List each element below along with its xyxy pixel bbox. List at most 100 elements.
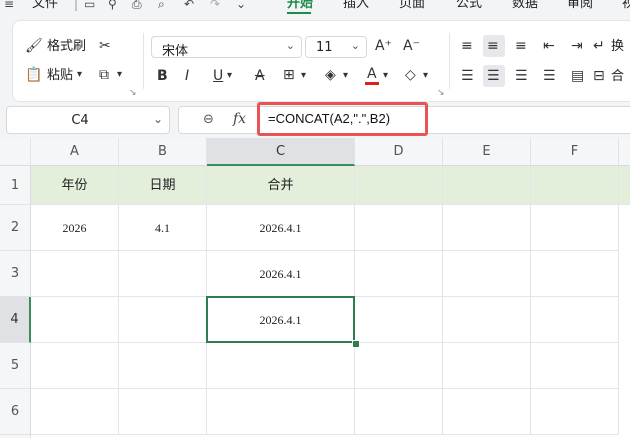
cell-b3[interactable]	[119, 251, 207, 297]
name-box[interactable]: C4 ⌄	[6, 106, 170, 134]
italic-icon[interactable]: I	[185, 68, 189, 84]
cell-c1[interactable]: 合并	[207, 166, 355, 205]
wrap-text-icon[interactable]: ↵	[593, 38, 605, 54]
row-header-6[interactable]: 6	[0, 389, 31, 435]
increase-font-size-icon[interactable]: A⁺	[375, 38, 392, 54]
merge-cells-icon[interactable]: ⊟	[593, 68, 605, 84]
merge-cells-button[interactable]: 合	[611, 69, 624, 85]
format-painter-button[interactable]: 格式刷	[47, 39, 86, 55]
wrap-text-button[interactable]: 换	[611, 39, 624, 55]
cell-b4[interactable]	[119, 297, 207, 343]
cell-e1[interactable]	[443, 166, 531, 205]
cell-d4[interactable]	[355, 297, 443, 343]
cell-a3[interactable]	[31, 251, 119, 297]
copy-icon[interactable]: ⧉	[99, 67, 109, 83]
column-header-a[interactable]: A	[31, 138, 119, 166]
print-preview-icon[interactable]: ⌕	[158, 0, 165, 11]
cell-b5[interactable]	[119, 343, 207, 389]
align-bottom-icon[interactable]: ≡	[515, 38, 527, 54]
tab-view[interactable]: 视	[622, 0, 630, 12]
column-header-b[interactable]: B	[119, 138, 207, 166]
tab-formulas[interactable]: 公式	[456, 0, 482, 12]
cell-a6[interactable]	[31, 389, 119, 435]
row-header-2[interactable]: 2	[0, 205, 31, 251]
menu-icon[interactable]: ≡	[4, 0, 14, 11]
cell-f2[interactable]	[531, 205, 619, 251]
share-icon[interactable]: ⚲	[108, 0, 117, 11]
print-icon[interactable]: ⎙	[132, 0, 142, 11]
undo-icon[interactable]: ↶	[184, 0, 194, 11]
column-header-g[interactable]	[619, 138, 630, 166]
row-header-5[interactable]: 5	[0, 343, 31, 389]
distributed-align-icon[interactable]: ▤	[571, 68, 584, 84]
cell-e6[interactable]	[443, 389, 531, 435]
borders-dropdown-icon[interactable]: ▾	[301, 68, 306, 84]
clipboard-launcher-icon[interactable]: ↘	[129, 85, 137, 101]
underline-icon[interactable]: U	[213, 68, 223, 84]
cell-a5[interactable]	[31, 343, 119, 389]
fill-handle[interactable]	[352, 340, 360, 348]
cell-d6[interactable]	[355, 389, 443, 435]
strikethrough-icon[interactable]: A	[255, 68, 265, 84]
redo-icon[interactable]: ↷	[210, 0, 220, 11]
column-header-c[interactable]: C	[207, 138, 355, 166]
column-header-d[interactable]: D	[355, 138, 443, 166]
cell-e4[interactable]	[443, 297, 531, 343]
cell-f5[interactable]	[531, 343, 619, 389]
cell-a4[interactable]	[31, 297, 119, 343]
fx-icon[interactable]: fx	[233, 111, 246, 127]
cell-f3[interactable]	[531, 251, 619, 297]
tab-data[interactable]: 数据	[512, 0, 538, 12]
cell-d2[interactable]	[355, 205, 443, 251]
underline-dropdown-icon[interactable]: ▾	[227, 68, 232, 84]
cell-d5[interactable]	[355, 343, 443, 389]
align-top-icon[interactable]: ≡	[461, 38, 473, 54]
chevron-down-icon[interactable]: ⌄	[153, 112, 163, 126]
justify-icon[interactable]: ☰	[543, 68, 556, 84]
row-header-1[interactable]: 1	[0, 166, 31, 205]
cut-icon[interactable]: ✂	[99, 38, 111, 54]
select-all-corner[interactable]	[0, 138, 31, 166]
borders-icon[interactable]: ⊞	[283, 67, 295, 83]
cell-c2[interactable]: 2026.4.1	[207, 205, 355, 251]
cell-c5[interactable]	[207, 343, 355, 389]
align-left-icon[interactable]: ☰	[461, 68, 474, 84]
bold-icon[interactable]: B	[157, 68, 168, 84]
cell-c6[interactable]	[207, 389, 355, 435]
quick-access-dropdown-icon[interactable]: ⌄	[236, 0, 246, 11]
paste-button[interactable]: 粘贴	[47, 68, 73, 84]
fill-color-icon[interactable]: ◈	[325, 67, 336, 83]
row-header-4[interactable]: 4	[0, 297, 31, 343]
copy-dropdown-icon[interactable]: ▾	[117, 67, 122, 83]
decrease-indent-icon[interactable]: ⇤	[543, 38, 555, 54]
font-color-icon[interactable]: A	[367, 66, 377, 82]
tab-review[interactable]: 审阅	[567, 0, 593, 12]
cell-b1[interactable]: 日期	[119, 166, 207, 205]
font-color-dropdown-icon[interactable]: ▾	[383, 68, 388, 84]
tab-page[interactable]: 页面	[399, 0, 425, 12]
tab-home[interactable]: 开始	[287, 0, 313, 12]
row-header-3[interactable]: 3	[0, 251, 31, 297]
zoom-icon[interactable]: ⊖	[203, 112, 214, 127]
cell-e2[interactable]	[443, 205, 531, 251]
font-launcher-icon[interactable]: ↘	[437, 85, 445, 101]
formula-text[interactable]: =CONCAT(A2,".",B2)	[268, 111, 390, 126]
menu-file[interactable]: 文件	[32, 0, 58, 12]
cell-f6[interactable]	[531, 389, 619, 435]
cell-d1[interactable]	[355, 166, 443, 205]
cell-e5[interactable]	[443, 343, 531, 389]
cell-g1[interactable]	[619, 166, 630, 205]
font-name-select[interactable]: 宋体 ⌄	[151, 36, 302, 59]
cell-a2[interactable]: 2026	[31, 205, 119, 251]
tab-insert[interactable]: 插入	[343, 0, 369, 12]
cell-c3[interactable]: 2026.4.1	[207, 251, 355, 297]
clear-format-dropdown-icon[interactable]: ▾	[423, 68, 428, 84]
paste-dropdown-icon[interactable]: ▾	[77, 67, 82, 83]
cell-b6[interactable]	[119, 389, 207, 435]
clear-format-icon[interactable]: ◇	[405, 67, 416, 83]
decrease-font-size-icon[interactable]: A⁻	[403, 38, 420, 54]
save-icon[interactable]: ▭	[84, 0, 95, 11]
column-header-f[interactable]: F	[531, 138, 619, 166]
align-right-icon[interactable]: ☰	[515, 68, 528, 84]
cell-d3[interactable]	[355, 251, 443, 297]
